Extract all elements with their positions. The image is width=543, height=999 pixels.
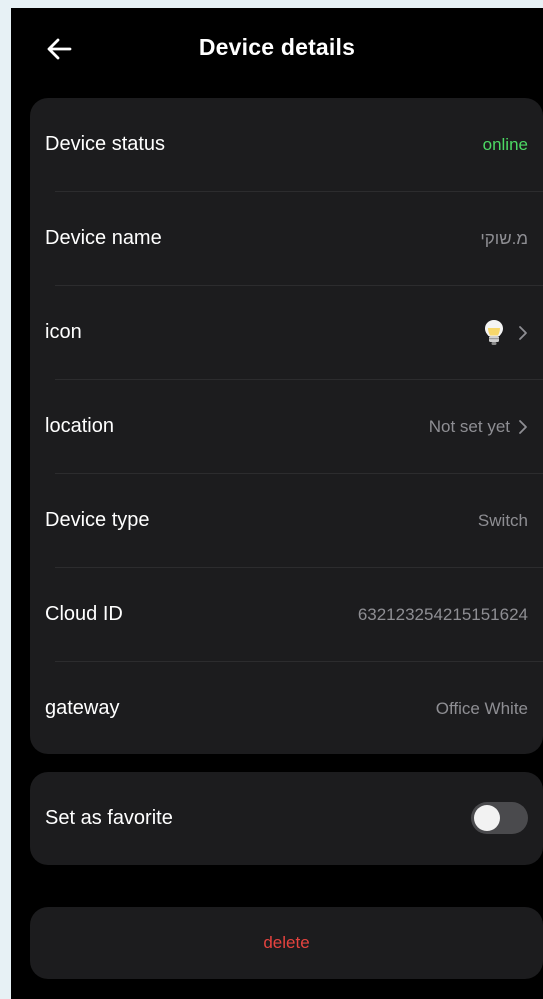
toggle-knob (474, 805, 500, 831)
cloud-id-row: Cloud ID 632123254215151624 (30, 568, 543, 661)
device-type-label: Device type (45, 509, 150, 531)
gateway-value: Office White (435, 698, 528, 718)
device-status-row: Device status online (30, 98, 543, 191)
page-title: Device details (198, 34, 356, 60)
header: Device details (11, 8, 543, 88)
device-type-value: Switch (477, 510, 528, 530)
location-value-text: Not set yet (428, 416, 510, 436)
favorite-label: Set as favorite (45, 807, 173, 829)
chevron-right-icon (518, 325, 528, 341)
chevron-right-icon (518, 419, 528, 435)
cloud-id-label: Cloud ID (45, 603, 123, 625)
gateway-row: gateway Office White (30, 662, 543, 755)
device-details-screen: Device details Device status online Devi… (11, 8, 543, 999)
gateway-label: gateway (45, 697, 120, 719)
icon-label: icon (45, 321, 82, 343)
cloud-id-value: 632123254215151624 (357, 604, 528, 624)
device-details-card: Device status online Device name מ.שוקי … (30, 98, 543, 754)
icon-row[interactable]: icon (30, 286, 543, 379)
favorite-row: Set as favorite (30, 772, 543, 865)
device-status-value: online (482, 134, 528, 154)
device-name-label: Device name (45, 227, 162, 249)
device-status-label: Device status (45, 133, 166, 155)
location-row[interactable]: location Not set yet (30, 380, 543, 473)
device-name-row[interactable]: Device name מ.שוקי (30, 192, 543, 285)
light-bulb-icon (484, 319, 504, 347)
device-type-row: Device type Switch (30, 474, 543, 567)
favorite-toggle[interactable] (471, 802, 528, 834)
favorite-card: Set as favorite (30, 772, 543, 865)
location-label: location (45, 415, 114, 437)
delete-label: delete (263, 933, 310, 952)
location-value: Not set yet (429, 380, 528, 473)
device-name-value: מ.שוקי (480, 228, 528, 248)
delete-button[interactable]: delete (30, 907, 543, 979)
icon-value (484, 286, 528, 379)
